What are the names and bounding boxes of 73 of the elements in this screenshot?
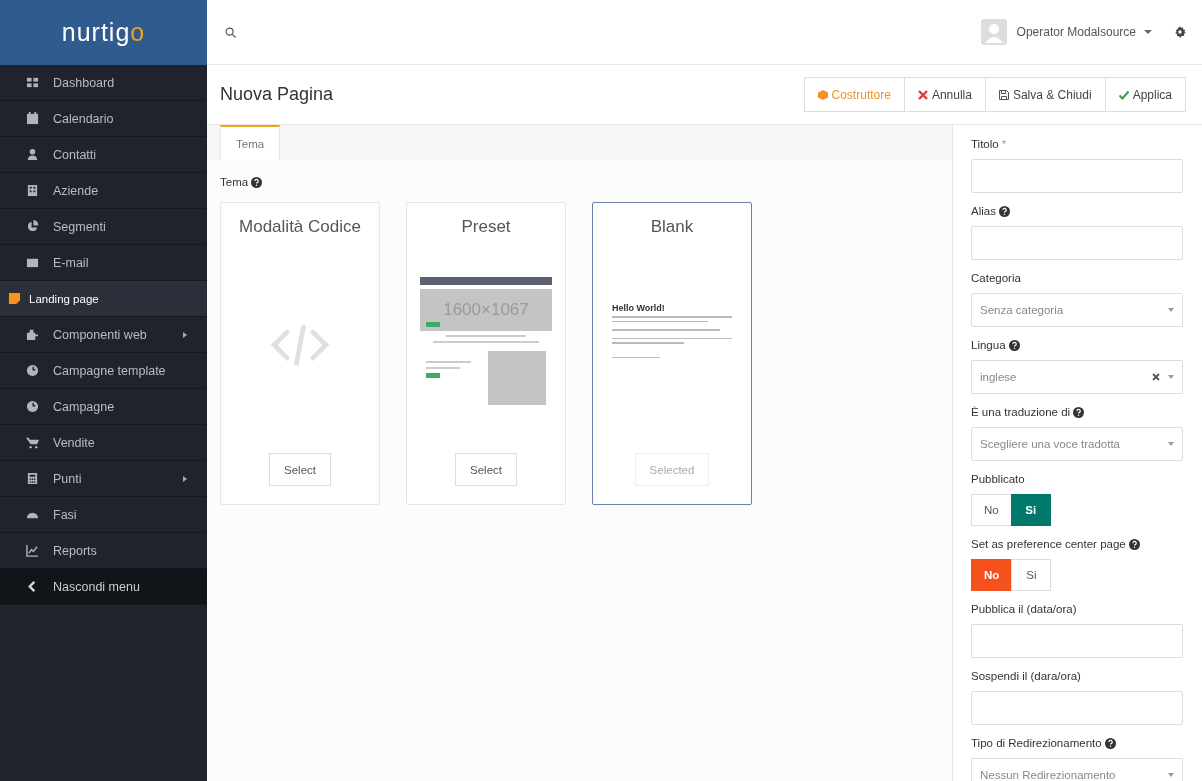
caret-down-icon <box>1168 308 1174 312</box>
toggle-option[interactable]: Si <box>1010 494 1051 526</box>
field-label: Set as preference center page <box>971 538 1126 550</box>
caret-down-icon <box>1168 442 1174 446</box>
sidebar-item[interactable]: Calendario <box>0 101 207 137</box>
settings-icon[interactable] <box>1174 26 1186 38</box>
select-button[interactable]: Select <box>455 453 517 486</box>
clock-icon <box>26 364 39 377</box>
page-title: Nuova Pagina <box>220 84 335 105</box>
user-menu[interactable]: Operator Modalsource <box>1016 25 1136 39</box>
theme-card[interactable]: Modalità Codice Select <box>220 202 380 505</box>
select-button[interactable]: Select <box>269 453 331 486</box>
card-title: Modalità Codice <box>239 217 361 237</box>
cart-icon <box>26 436 39 449</box>
chart-icon <box>26 544 39 557</box>
preview-heading: Hello World! <box>612 303 666 313</box>
caret-down-icon <box>1144 30 1152 34</box>
search-icon[interactable] <box>225 26 236 38</box>
field-label: Categoria <box>971 272 1021 284</box>
apply-button[interactable]: Applica <box>1104 77 1186 112</box>
select-field[interactable]: Scegliere una voce tradotta <box>971 427 1183 461</box>
theme-label: Tema <box>220 176 249 188</box>
note-icon <box>8 292 21 305</box>
clear-icon[interactable] <box>1152 373 1160 381</box>
user-icon <box>26 148 39 161</box>
image-placeholder <box>488 351 546 405</box>
puzzle-icon <box>26 328 39 341</box>
field-label: Pubblica il (data/ora) <box>971 603 1077 615</box>
preview-button <box>426 322 440 327</box>
text-field[interactable] <box>971 226 1183 260</box>
select-field[interactable]: Nessun Redirezionamento <box>971 758 1183 781</box>
code-icon <box>271 323 329 367</box>
text-field[interactable] <box>971 624 1183 658</box>
pie-icon <box>26 220 39 233</box>
check-icon <box>1118 89 1129 100</box>
text-field[interactable] <box>971 159 1183 193</box>
theme-card[interactable]: Blank Hello World! Selected <box>592 202 752 505</box>
field-label: Pubblicato <box>971 473 1025 485</box>
sidebar-item[interactable]: Landing page <box>0 281 207 317</box>
preview-button <box>426 373 440 378</box>
toggle-option[interactable]: Si <box>1011 559 1052 591</box>
close-icon <box>917 89 928 100</box>
tab[interactable]: Tema <box>220 125 281 160</box>
card-title: Blank <box>650 217 694 237</box>
field-label: Sospendi il (dara/ora) <box>971 670 1081 682</box>
field-label: Alias <box>971 205 996 217</box>
save-icon <box>998 89 1009 100</box>
caret-icon <box>183 475 187 482</box>
card-title: Preset <box>461 217 511 237</box>
collapse-menu-item[interactable]: Nascondi menu <box>0 569 207 605</box>
caret-down-icon <box>1168 773 1174 777</box>
required-mark: * <box>1001 138 1006 150</box>
cube-icon <box>817 89 828 100</box>
caret-down-icon <box>1168 375 1174 379</box>
logo[interactable]: nurtigo <box>0 0 207 65</box>
select-field[interactable]: inglese <box>971 360 1183 394</box>
avatar-icon <box>980 19 1007 45</box>
toggle-option[interactable]: No <box>971 494 1012 526</box>
calendar-icon <box>26 112 39 125</box>
cancel-button[interactable]: Annulla <box>903 77 986 112</box>
calculator-icon <box>26 472 39 485</box>
grid-icon <box>26 76 39 89</box>
field-label: È una traduzione di <box>971 406 1071 418</box>
text-field[interactable] <box>971 691 1183 725</box>
caret-icon <box>183 331 187 338</box>
select-field[interactable]: Senza categoria <box>971 293 1183 327</box>
save-button[interactable]: Salva & Chiudi <box>984 77 1106 112</box>
field-label: Lingua <box>971 339 1006 351</box>
field-label: Titolo <box>971 138 999 150</box>
field-label: Tipo di Redirezionamento <box>971 737 1102 749</box>
clock-icon <box>26 400 39 413</box>
help-icon <box>251 176 263 188</box>
building-icon <box>26 184 39 197</box>
